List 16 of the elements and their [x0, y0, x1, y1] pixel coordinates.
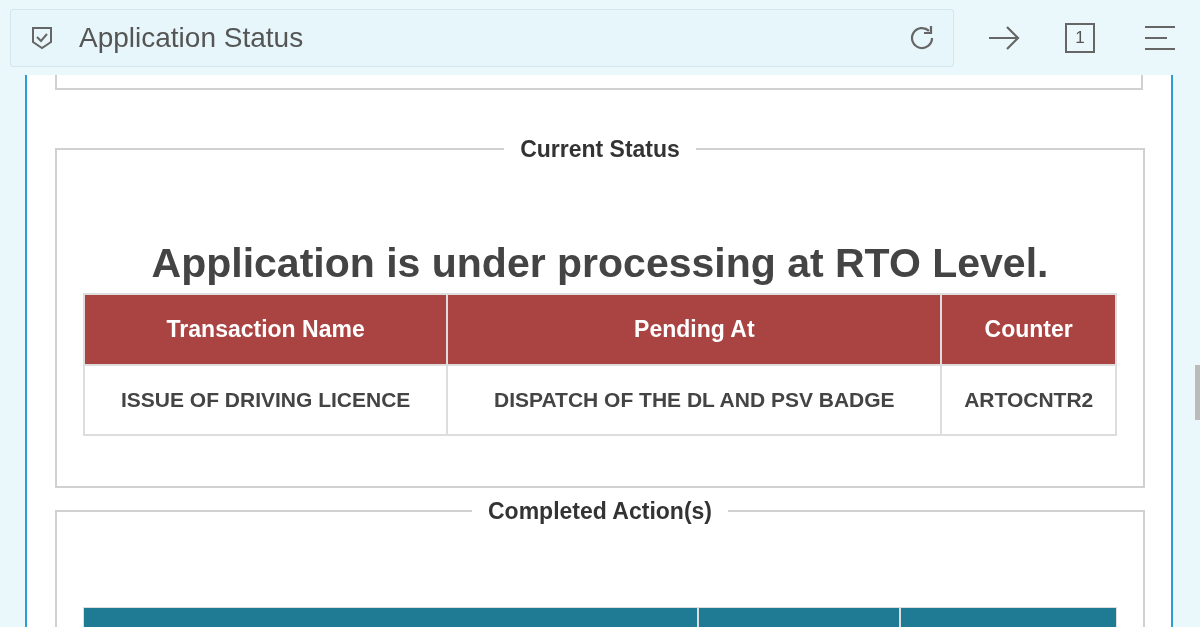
status-message: Application is under processing at RTO Level.: [150, 238, 1050, 288]
section-heading: Current Status: [519, 135, 681, 164]
table-cell: DISPATCH OF THE DL AND PSV BADGE: [447, 364, 942, 435]
tabs-button[interactable]: 1: [1065, 22, 1095, 53]
scrollbar-thumb[interactable]: [1195, 365, 1200, 420]
forward-icon[interactable]: [988, 24, 1020, 51]
column-header: Transaction Name: [84, 293, 448, 365]
address-bar[interactable]: Application Status: [10, 8, 954, 67]
menu-icon[interactable]: [1144, 24, 1176, 51]
section-heading: Completed Action(s): [486, 497, 713, 526]
column-header: Pending At: [447, 293, 942, 365]
shield-icon: [31, 24, 53, 51]
table-cell: ARTOCNTR2: [941, 364, 1116, 435]
table-cell: ISSUE OF DRIVING LICENCE: [84, 364, 448, 435]
page-title: Application Status: [79, 20, 304, 55]
column-header: Counter: [941, 293, 1116, 365]
